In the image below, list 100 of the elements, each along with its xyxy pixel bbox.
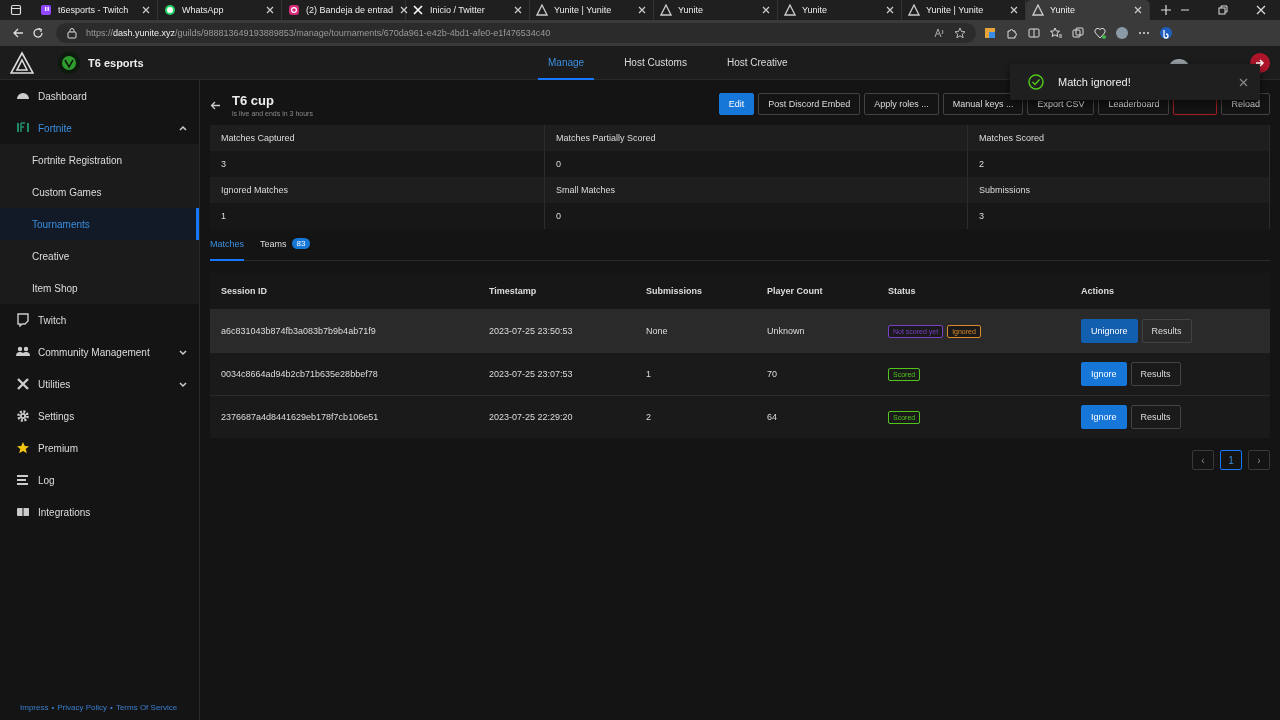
column-header: Timestamp	[488, 286, 538, 296]
profile-avatar-icon[interactable]	[1116, 27, 1130, 39]
table-cell-text: 2023-07-25 23:07:53	[488, 369, 574, 379]
sidebar-item[interactable]: Log	[0, 464, 199, 496]
column-header: Session ID	[220, 286, 268, 296]
footer-link[interactable]: Terms Of Service	[115, 703, 178, 712]
copilot-icon[interactable]	[1160, 27, 1174, 39]
refresh-icon[interactable]	[32, 27, 44, 39]
favorites-icon[interactable]	[1050, 27, 1064, 39]
column-header: Submissions	[645, 286, 703, 296]
sidebar-subitem[interactable]: Item Shop	[0, 272, 199, 304]
nav-tab[interactable]: Host Customs	[614, 46, 697, 80]
count-badge: 83	[291, 238, 311, 249]
action-button[interactable]: Ignore	[1081, 405, 1127, 429]
triangle-logo-icon	[784, 4, 796, 16]
footer-link[interactable]: Impress	[20, 703, 49, 712]
nav-tab[interactable]: Host Creative	[716, 46, 798, 80]
action-button[interactable]: Post Discord Embed	[758, 93, 861, 115]
check-circle-icon	[1028, 74, 1044, 90]
column-header: Player Count	[766, 286, 824, 296]
sidebar-item[interactable]: Settings	[0, 400, 199, 432]
stat-value: 0	[545, 151, 968, 177]
sidebar-subitem[interactable]: Tournaments	[0, 208, 199, 240]
tab[interactable]: Teams 83	[260, 228, 311, 261]
browser-tab[interactable]: Yunite	[1026, 0, 1150, 20]
action-button[interactable]: Results	[1130, 362, 1181, 386]
sidebar-subitem[interactable]: Fortnite Registration	[0, 144, 199, 176]
twitch-icon	[40, 4, 52, 16]
collections-icon[interactable]	[1072, 27, 1086, 39]
close-icon[interactable]	[265, 5, 275, 15]
chat-bubble-icon	[164, 4, 176, 16]
chevron-down-icon	[178, 347, 188, 357]
table-cell-text: 2023-07-25 22:29:20	[488, 412, 574, 422]
page-button[interactable]: 1	[1220, 450, 1242, 470]
star-icon[interactable]	[954, 27, 966, 39]
action-button[interactable]: Results	[1141, 319, 1192, 343]
table-cell-text: 1	[645, 369, 652, 379]
chevron-up-icon	[178, 123, 188, 133]
next-page-button[interactable]: ›	[1248, 450, 1270, 470]
guild-name: T6 esports	[88, 56, 144, 69]
chevron-down-icon	[178, 379, 188, 389]
sidebar-subitem[interactable]: Creative	[0, 240, 199, 272]
stat-value: 2	[968, 151, 1270, 177]
close-icon[interactable]	[1009, 5, 1019, 15]
sidebar-item[interactable]: Premium	[0, 432, 199, 464]
close-icon[interactable]	[513, 5, 523, 15]
triangle-logo-icon	[908, 4, 920, 16]
action-button[interactable]: Ignore	[1081, 362, 1127, 386]
x-logo-icon	[412, 4, 424, 16]
restore-icon[interactable]	[1218, 5, 1228, 15]
fortnite-logo-icon	[16, 121, 30, 135]
sidebar-subitem[interactable]: Custom Games	[0, 176, 199, 208]
lock-icon	[66, 27, 78, 39]
list-icon	[16, 473, 30, 487]
close-icon[interactable]	[1133, 5, 1143, 15]
triangle-logo-icon	[1032, 4, 1044, 16]
table-cell-text: 0034c8664ad94b2cb71b635e28bbef78	[220, 369, 379, 379]
star-icon	[16, 441, 30, 455]
twitch-icon	[16, 313, 30, 327]
photo-extension-icon[interactable]	[984, 27, 998, 39]
split-screen-icon[interactable]	[1028, 27, 1042, 39]
sidebar-item[interactable]: Integrations	[0, 496, 199, 528]
table-cell-text: 2	[645, 412, 652, 422]
sidebar-item[interactable]: Community Management	[0, 336, 199, 368]
guild-avatar-icon	[58, 51, 80, 74]
action-button[interactable]: Results	[1130, 405, 1181, 429]
back-icon[interactable]	[12, 27, 24, 39]
table-cell-text: Unknown	[766, 326, 806, 336]
back-arrow-icon[interactable]	[210, 100, 221, 111]
close-icon[interactable]	[885, 5, 895, 15]
users-icon	[16, 345, 30, 359]
close-icon[interactable]	[761, 5, 771, 15]
close-icon[interactable]	[637, 5, 647, 15]
new-tab-icon[interactable]	[1160, 4, 1172, 16]
close-icon[interactable]	[141, 5, 151, 15]
action-button[interactable]: Unignore	[1081, 319, 1138, 343]
nav-tab[interactable]: Manage	[538, 46, 595, 80]
stat-value: 3	[210, 151, 545, 177]
column-header: Status	[887, 286, 917, 296]
triangle-logo-icon[interactable]	[10, 50, 34, 75]
action-button[interactable]: Apply roles ...	[864, 93, 939, 115]
toast-message: Match ignored!	[1058, 76, 1132, 88]
sidebar-item[interactable]: Dashboard	[0, 80, 199, 112]
close-icon[interactable]	[399, 5, 410, 15]
footer-link[interactable]: Privacy Policy	[57, 703, 108, 712]
sidebar-item[interactable]: Twitch	[0, 304, 199, 336]
table-cell-text: 2376687a4d8441629eb178f7cb106e51	[220, 412, 380, 422]
sidebar-item[interactable]: Fortnite	[0, 112, 199, 144]
triangle-logo-icon	[660, 4, 672, 16]
table-cell-text: 64	[766, 412, 778, 422]
heart-pulse-icon[interactable]	[1094, 27, 1108, 39]
read-aloud-icon[interactable]	[934, 27, 946, 39]
triangle-logo-icon	[536, 4, 548, 16]
tournament-title: T6 cup	[232, 93, 275, 108]
sidebar-item[interactable]: Utilities	[0, 368, 199, 400]
tab[interactable]: Matches	[210, 228, 244, 261]
tools-icon	[16, 377, 30, 391]
action-button[interactable]: Edit	[718, 93, 755, 115]
previous-page-button[interactable]: ‹	[1192, 450, 1214, 470]
tab-actions-icon[interactable]	[10, 4, 22, 16]
